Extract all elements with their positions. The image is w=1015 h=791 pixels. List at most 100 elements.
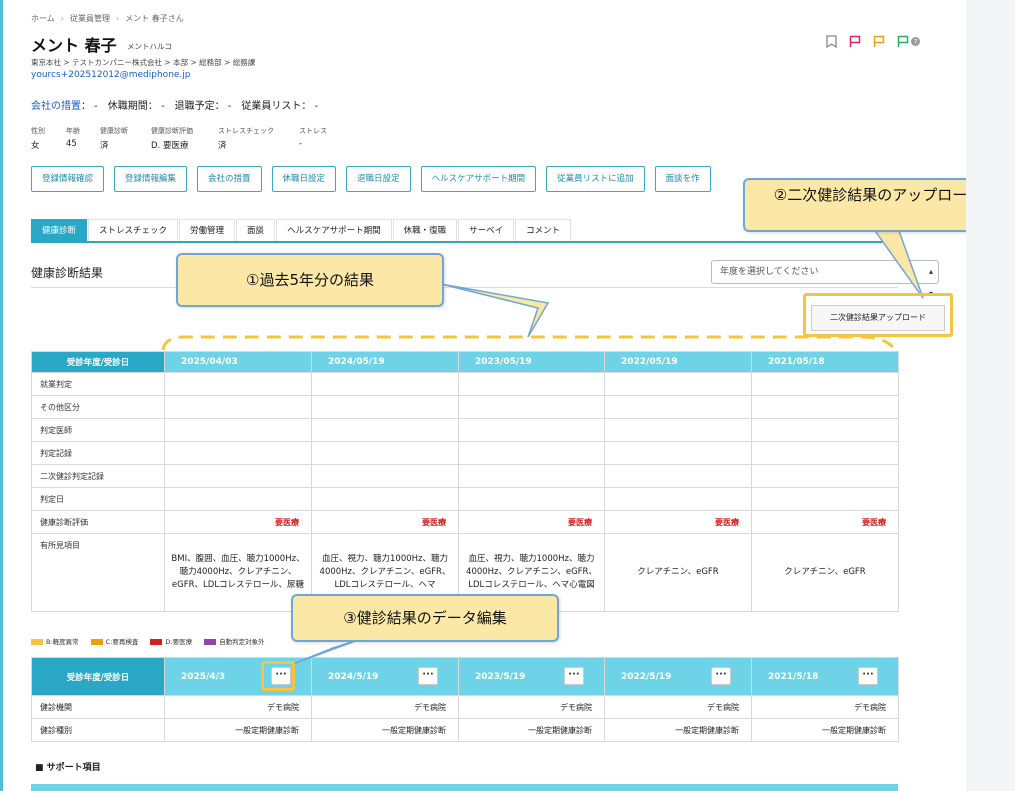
tab-support-period[interactable]: ヘルスケアサポート期間 <box>276 219 392 241</box>
table-header-row: 受診年度/受診日 2025/04/03 2024/05/19 2023/05/1… <box>31 351 899 373</box>
view-registration-button[interactable]: 登録情報確認 <box>31 166 105 192</box>
table-row: 判定医師 <box>31 418 899 442</box>
svg-text:?: ? <box>914 38 918 46</box>
help-icon: ? <box>911 37 920 46</box>
more-options-button[interactable]: ··· <box>858 667 878 685</box>
healthcare-support-period-button[interactable]: ヘルスケアサポート期間 <box>420 166 537 192</box>
breadcrumb-employees[interactable]: 従業員管理 <box>70 14 110 23</box>
support-table-header <box>31 784 898 791</box>
cell: 一般定期健康診断 <box>164 718 312 742</box>
table-row: 健診機関 デモ病院 デモ病院 デモ病院 デモ病院 デモ病院 <box>31 695 899 719</box>
more-options-button[interactable]: ··· <box>418 667 438 685</box>
findings-value: BMI、腹囲、血圧、聴力1000Hz、聴力4000Hz、クレアチニン、eGFR、… <box>164 533 312 612</box>
cell: デモ病院 <box>164 695 312 719</box>
page: ホーム › 従業員管理 › メント 春子さん メント 春子 メントハルコ 東京本社 > … <box>0 0 966 791</box>
table-row: 就業判定 <box>31 372 899 396</box>
table-row: 二次健診判定記録 <box>31 464 899 488</box>
cell: 一般定期健康診断 <box>751 718 899 742</box>
date-col-2024: 2024/05/19 <box>311 351 459 373</box>
row-label: 健診機関 <box>31 695 165 719</box>
dashed-highlight-outline <box>161 335 895 351</box>
header-label: 受診年度/受診日 <box>31 351 165 373</box>
company-measure-button[interactable]: 会社の措置 <box>197 166 262 192</box>
cell: デモ病院 <box>751 695 899 719</box>
row-label: 健康診断評価 <box>31 510 165 534</box>
row-label: 健診種別 <box>31 718 165 742</box>
date-col-2021: 2021/05/18 <box>751 351 899 373</box>
callout1-arrow <box>440 283 550 338</box>
row-label: その他区分 <box>31 395 165 419</box>
date-col-2024: 2024/5/19 ··· <box>311 657 459 696</box>
findings-value: クレアチニン、eGFR <box>751 533 899 612</box>
attr-value-checkup-eval: D. 要医療 <box>151 141 189 151</box>
eval-value: 要医療 <box>311 510 459 534</box>
eval-value: 要医療 <box>751 510 899 534</box>
tab-labor[interactable]: 労働管理 <box>179 219 236 241</box>
tab-leave-return[interactable]: 休職・復職 <box>392 219 458 241</box>
tab-interview[interactable]: 面談 <box>236 219 276 241</box>
status-rest: ： - 休職期間： - 退職予定： - 従業員リスト： - <box>81 101 319 112</box>
cell: デモ病院 <box>458 695 605 719</box>
date-col-2023: 2023/05/19 <box>458 351 605 373</box>
flag-green-icon[interactable]: ? <box>897 35 920 48</box>
header-label: 受診年度/受診日 <box>31 657 165 696</box>
attr-label-stress: ストレス <box>299 127 327 135</box>
tab-stress-check[interactable]: ストレスチェック <box>88 219 179 241</box>
add-to-employee-list-button[interactable]: 従業員リストに追加 <box>546 166 645 192</box>
checkup-info-table: 受診年度/受診日 2025/4/3 ··· 2024/5/19 ··· 2023/5… <box>31 657 899 742</box>
attr-value-stress: - <box>299 139 303 149</box>
row-label: 二次健診判定記録 <box>31 464 165 488</box>
row-label: 判定医師 <box>31 418 165 442</box>
section-divider <box>31 287 898 288</box>
eval-value: 要医療 <box>164 510 312 534</box>
tab-health-checkup[interactable]: 健康診断 <box>31 219 88 241</box>
legend-item: 自動判定対象外 <box>204 636 265 646</box>
findings-value: クレアチニン、eGFR <box>604 533 752 612</box>
more-options-button[interactable]: ··· <box>564 667 584 685</box>
date-col-2022: 2022/05/19 <box>604 351 752 373</box>
cell: 一般定期健康診断 <box>604 718 752 742</box>
breadcrumb-current: メント 春子さん <box>125 14 184 23</box>
set-retirement-date-button[interactable]: 退職日設定 <box>346 166 411 192</box>
year-select[interactable]: 年度を選択してください ▴ ▾ <box>711 260 939 298</box>
attr-value-checkup: 済 <box>100 141 109 151</box>
flag-orange-icon[interactable] <box>873 35 885 48</box>
date-col-2021: 2021/5/18 ··· <box>751 657 899 696</box>
right-margin <box>966 0 1015 791</box>
table-row: 判定記録 <box>31 441 899 465</box>
set-leave-date-button[interactable]: 休職日設定 <box>271 166 337 192</box>
checkup-results-table: 受診年度/受診日 2025/04/03 2024/05/19 2023/05/1… <box>31 351 899 612</box>
table-row: 健診種別 一般定期健康診断 一般定期健康診断 一般定期健康診断 一般定期健康診断… <box>31 718 899 742</box>
flag-red-icon[interactable] <box>849 35 861 48</box>
more-options-button[interactable]: ··· <box>711 667 731 685</box>
row-label: 就業判定 <box>31 372 165 396</box>
attr-label-age: 年齢 <box>66 127 80 135</box>
tab-survey[interactable]: サーベイ <box>458 219 515 241</box>
row-label: 判定日 <box>31 487 165 511</box>
table-row: 判定日 <box>31 487 899 511</box>
date-col-2023: 2023/5/19 ··· <box>458 657 605 696</box>
edit-registration-button[interactable]: 登録情報編集 <box>114 166 188 192</box>
legend-item: D:要医療 <box>150 636 192 646</box>
employee-email[interactable]: yourcs+202512012@mediphone.jp <box>31 70 191 80</box>
table-row: その他区分 <box>31 395 899 419</box>
eval-value: 要医療 <box>604 510 752 534</box>
cell: 一般定期健康診断 <box>458 718 605 742</box>
company-measure-link[interactable]: 会社の措置 <box>31 101 81 112</box>
legend-item: B:軽度異常 <box>31 636 79 646</box>
eval-row: 健康診断評価 要医療 要医療 要医療 要医療 要医療 <box>31 510 899 534</box>
tab-comment[interactable]: コメント <box>515 219 572 241</box>
employee-org: 東京本社 > テストカンパニー株式会社 > 本部 > 総務部 > 総務課 <box>31 58 256 67</box>
support-title: ■ サポート項目 <box>35 763 101 773</box>
attr-label-sex: 性別 <box>31 127 45 135</box>
cell: デモ病院 <box>311 695 459 719</box>
attr-label-checkup: 健康診断 <box>100 127 128 135</box>
more-options-highlight <box>261 661 295 691</box>
breadcrumb: ホーム › 従業員管理 › メント 春子さん <box>31 14 184 23</box>
attr-value-sex: 女 <box>31 141 40 151</box>
create-interview-button[interactable]: 面談を作 <box>654 166 711 192</box>
breadcrumb-home[interactable]: ホーム <box>31 14 55 23</box>
date-col-2022: 2022/5/19 ··· <box>604 657 752 696</box>
eval-value: 要医療 <box>458 510 605 534</box>
bookmark-icon[interactable] <box>826 35 837 48</box>
